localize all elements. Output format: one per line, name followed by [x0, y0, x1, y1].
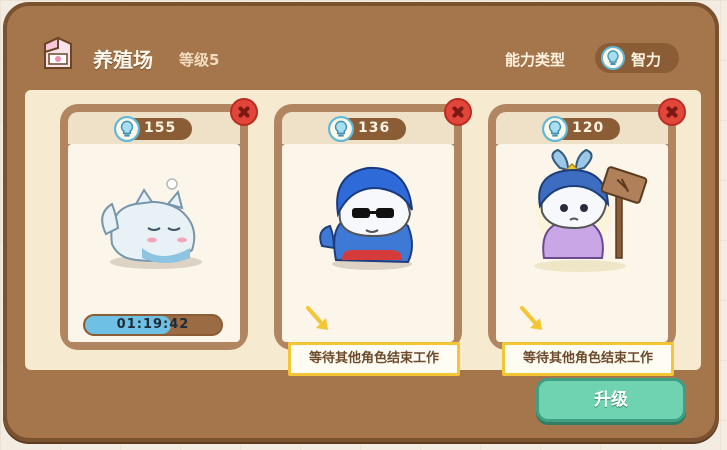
ability-type-chip: 智力 — [595, 43, 679, 73]
sign-holding-cat-illustration — [534, 148, 648, 272]
intelligence-value: 136 — [358, 120, 391, 136]
lightbulb-icon — [328, 116, 354, 142]
creature-card-2[interactable]: 等待其他角色结束工作 136 — [274, 98, 472, 376]
card-body — [68, 144, 240, 342]
upgrade-button[interactable]: 升级 — [536, 378, 686, 422]
panel-header: 养殖场 等级5 能力类型 智力 — [7, 6, 715, 86]
ability-type-value: 智力 — [631, 51, 662, 69]
arrow-icon — [520, 306, 542, 330]
page-title: 养殖场 — [93, 48, 153, 72]
intelligence-value-chip: 120 — [542, 116, 620, 142]
close-icon[interactable] — [658, 98, 686, 126]
level-label: 等级5 — [179, 51, 220, 69]
ability-type-label: 能力类型 — [505, 51, 566, 69]
waiting-status: 等待其他角色结束工作 — [288, 342, 460, 376]
intelligence-value: 155 — [144, 120, 177, 136]
timer-text: 01:19:42 — [116, 317, 190, 332]
close-icon[interactable] — [230, 98, 258, 126]
intelligence-value: 120 — [572, 120, 605, 136]
intelligence-value-chip: 136 — [328, 116, 406, 142]
lightbulb-icon — [542, 116, 568, 142]
card-body: 等待其他角色结束工作 — [282, 144, 460, 376]
waiting-status: 等待其他角色结束工作 — [502, 342, 674, 376]
work-timer-bar: 01:19:42 — [83, 314, 223, 336]
arrow-icon — [306, 306, 328, 330]
creature-card-3[interactable]: 等待其他角色结束工作 120 — [488, 98, 686, 376]
milk-carton-icon — [44, 36, 72, 69]
card-body: 等待其他角色结束工作 — [496, 144, 674, 376]
sleeping-cat-illustration — [101, 178, 202, 269]
intelligence-value-chip: 155 — [114, 116, 192, 142]
lightbulb-icon — [601, 46, 625, 70]
close-icon[interactable] — [444, 98, 472, 126]
sunglasses-cat-illustration — [319, 166, 413, 270]
lightbulb-icon — [114, 116, 140, 142]
